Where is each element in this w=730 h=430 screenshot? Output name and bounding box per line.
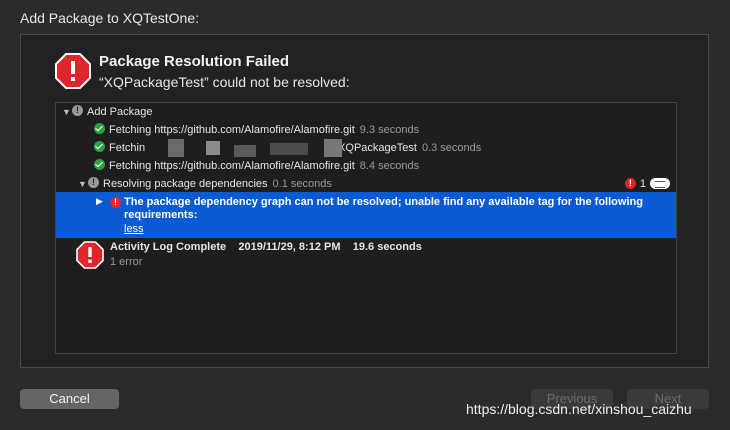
log-row-fetch-1[interactable]: Fetching https://github.com/Alamofire/Al… — [94, 121, 419, 139]
error-message: The package dependency graph can not be … — [124, 196, 643, 221]
fetch-2-text-end: XQPackageTest — [338, 142, 417, 154]
fetch-2-duration: 0.3 seconds — [421, 142, 482, 154]
dialog-subheading: “XQPackageTest” could not be resolved: — [99, 74, 350, 90]
window-title: Add Package to XQTestOne: — [20, 10, 199, 26]
activity-log[interactable]: ▼ Add Package Fetching https://github.com… — [55, 102, 677, 354]
checkmark-icon — [94, 123, 105, 134]
complete-date: 2019/11/29, 8:12 PM — [238, 241, 341, 253]
mosaic-block — [270, 143, 308, 155]
checkmark-icon — [94, 141, 105, 152]
error-count-badge[interactable]: 1 — [624, 175, 670, 192]
error-icon — [110, 194, 121, 211]
warning-icon — [72, 102, 83, 119]
log-row-fetch-2[interactable]: Fetchin XQPackageTest 0.3 seconds — [94, 139, 654, 157]
error-icon — [624, 175, 636, 192]
error-row-selected[interactable]: ▶ The package dependency graph can not b… — [56, 192, 676, 238]
less-link[interactable]: less — [124, 223, 144, 235]
log-root-row[interactable]: ▼ Add Package — [62, 102, 153, 121]
complete-summary: 1 error — [110, 256, 143, 268]
complete-title: Activity Log Complete — [110, 241, 227, 253]
disclosure-down-icon[interactable]: ▼ — [62, 103, 72, 121]
disclosure-right-icon[interactable]: ▶ — [96, 196, 103, 207]
log-row-resolving[interactable]: ▼ Resolving package dependencies 0.1 secon… — [78, 174, 332, 193]
error-count: 1 — [639, 178, 646, 190]
checkmark-icon — [94, 159, 105, 170]
resolving-duration: 0.1 seconds — [272, 178, 332, 190]
mosaic-block — [206, 141, 220, 155]
mosaic-block — [234, 145, 256, 157]
list-lines-icon[interactable] — [650, 178, 670, 189]
stop-error-icon — [76, 241, 104, 269]
complete-duration: 19.6 seconds — [352, 241, 422, 253]
fetch-1-text: Fetching https://github.com/Alamofire/Al… — [109, 124, 355, 136]
log-row-fetch-3[interactable]: Fetching https://github.com/Alamofire/Al… — [94, 157, 419, 175]
stop-error-icon — [55, 53, 91, 89]
watermark-text: https://blog.csdn.net/xinshou_caizhu — [466, 401, 692, 417]
log-root-label: Add Package — [87, 106, 153, 118]
mosaic-block — [324, 139, 342, 157]
fetch-3-text: Fetching https://github.com/Alamofire/Al… — [109, 160, 355, 172]
warning-icon — [88, 174, 99, 191]
complete-title-line: Activity Log Complete 2019/11/29, 8:12 P… — [110, 241, 422, 253]
dialog-heading: Package Resolution Failed — [99, 53, 290, 70]
fetch-1-duration: 9.3 seconds — [359, 124, 420, 136]
resolving-text: Resolving package dependencies — [103, 178, 268, 190]
package-resolution-panel: Package Resolution Failed “XQPackageTest… — [20, 34, 709, 368]
cancel-button[interactable]: Cancel — [20, 389, 119, 409]
fetch-3-duration: 8.4 seconds — [359, 160, 420, 172]
mosaic-block — [168, 139, 184, 157]
fetch-2-text-start: Fetchin — [109, 142, 146, 154]
disclosure-down-icon[interactable]: ▼ — [78, 175, 88, 193]
